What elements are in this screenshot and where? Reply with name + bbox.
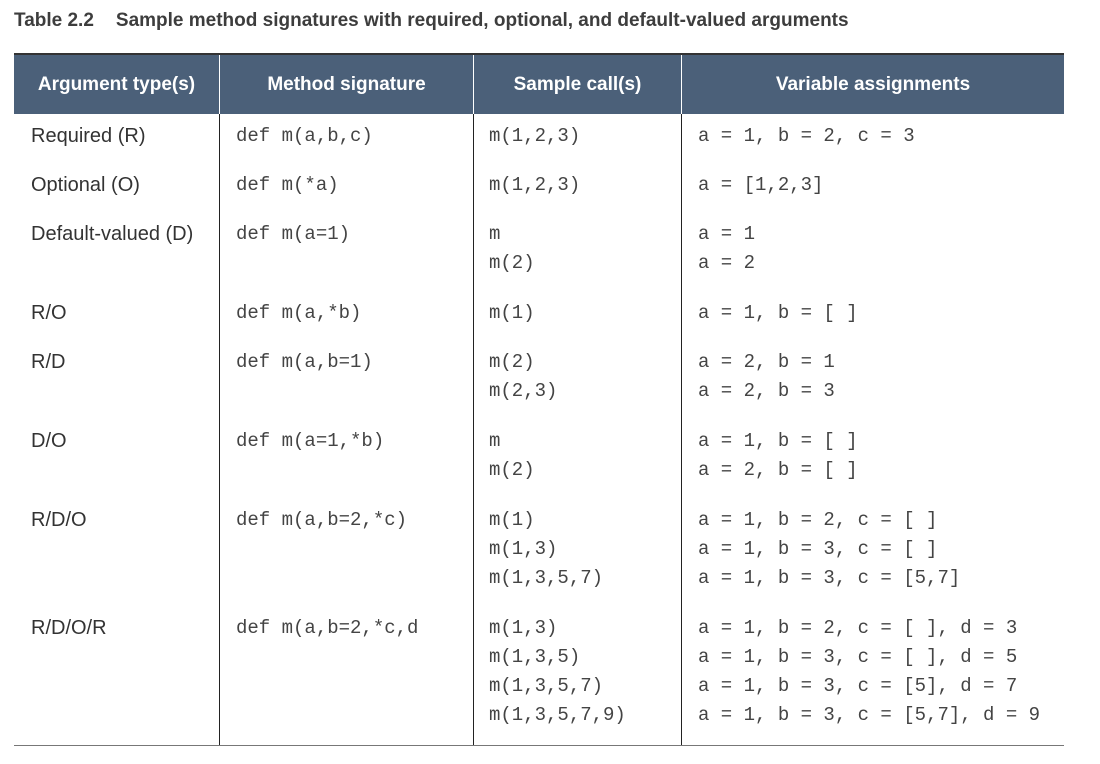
table-row-signature: def m(a=1,*b) <box>220 427 473 456</box>
table-row-assignment: a = 1, b = 2, c = 3 <box>682 122 1064 151</box>
call-cell: m(1,3,5,7) <box>489 567 604 589</box>
signature-cell: def m(a,*b) <box>236 302 362 324</box>
table-row-call: m(1,2,3) <box>474 122 681 151</box>
signature-cell: def m(a,b=2,*c,d <box>236 617 419 639</box>
call-cell: m(1,3,5,7) <box>489 675 604 697</box>
table-row-call: m m(2) <box>474 220 681 278</box>
table-row-type: Default-valued (D) <box>14 220 219 249</box>
table-row-call: m(2) m(2,3) <box>474 348 681 406</box>
table-row-assignment: a = [1,2,3] <box>682 171 1064 200</box>
call-cell: m(2) <box>489 459 535 481</box>
call-cell: m(1,3,5,7,9) <box>489 704 626 726</box>
table-row-assignment: a = 1, b = [ ] <box>682 299 1064 328</box>
table-header: Argument type(s) Method signature Sample… <box>14 55 1064 114</box>
signature-cell: def m(a,b,c) <box>236 125 373 147</box>
type-cell: R/D/O/R <box>31 617 107 639</box>
assignment-cell: a = 1, b = 3, c = [5], d = 7 <box>698 675 1018 697</box>
call-cell: m(1) <box>489 509 535 531</box>
signature-cell: def m(*a) <box>236 174 339 196</box>
type-cell: Optional (O) <box>31 174 140 196</box>
call-cell: m <box>489 430 501 452</box>
call-cell: m(1,3) <box>489 538 558 560</box>
table-row-type: R/O <box>14 299 219 328</box>
table-body: Required (R) Optional (O) Default-valued (… <box>14 114 1064 746</box>
header-variable-assignments: Variable assignments <box>681 55 1064 114</box>
type-cell: R/O <box>31 302 67 324</box>
type-cell: D/O <box>31 430 67 452</box>
table-row-signature: def m(a,*b) <box>220 299 473 328</box>
table-row-assignment: a = 2, b = 1 a = 2, b = 3 <box>682 348 1064 406</box>
assignment-cell: a = 1, b = 2, c = [ ] <box>698 509 938 531</box>
method-signature-table: Argument type(s) Method signature Sample… <box>14 53 1064 746</box>
column-argument-types: Required (R) Optional (O) Default-valued (… <box>14 114 219 745</box>
table-row-signature: def m(a,b,c) <box>220 122 473 151</box>
signature-cell: def m(a,b=1) <box>236 351 373 373</box>
assignment-cell: a = 1, b = [ ] <box>698 430 858 452</box>
assignment-cell: a = 2, b = [ ] <box>698 459 858 481</box>
table-title: Sample method signatures with required, … <box>115 10 849 31</box>
assignment-cell: a = 1, b = 3, c = [5,7], d = 9 <box>698 704 1041 726</box>
assignment-cell: a = 1, b = 3, c = [5,7] <box>698 567 961 589</box>
table-row-signature: def m(a=1) <box>220 220 473 249</box>
type-cell: R/D/O <box>31 509 87 531</box>
call-cell: m(1,2,3) <box>489 174 581 196</box>
signature-cell: def m(a,b=2,*c) <box>236 509 408 531</box>
assignment-cell: a = 1, b = 2, c = 3 <box>698 125 915 147</box>
signature-cell: def m(a=1,*b) <box>236 430 385 452</box>
table-row-call: m(1,3) m(1,3,5) m(1,3,5,7) m(1,3,5,7,9) <box>474 614 681 730</box>
assignment-cell: a = 2, b = 1 <box>698 351 835 373</box>
call-cell: m(1,3,5) <box>489 646 581 668</box>
assignment-cell: a = 2 <box>698 252 756 274</box>
call-cell: m(1,2,3) <box>489 125 581 147</box>
table-row-type: D/O <box>14 427 219 456</box>
table-row-signature: def m(*a) <box>220 171 473 200</box>
table-row-type: R/D/O/R <box>14 614 219 643</box>
call-cell: m(2,3) <box>489 380 558 402</box>
table-row-type: Required (R) <box>14 122 219 151</box>
table-row-type: Optional (O) <box>14 171 219 200</box>
assignment-cell: a = [1,2,3] <box>698 174 824 196</box>
type-cell: Required (R) <box>31 125 146 147</box>
table-row-assignment: a = 1, b = [ ] a = 2, b = [ ] <box>682 427 1064 485</box>
column-variable-assignments: a = 1, b = 2, c = 3 a = [1,2,3] a = 1 a = 2… <box>681 114 1064 745</box>
table-row-call: m(1,2,3) <box>474 171 681 200</box>
call-cell: m(2) <box>489 351 535 373</box>
call-cell: m <box>489 223 501 245</box>
signature-cell: def m(a=1) <box>236 223 351 245</box>
table-row-signature: def m(a,b=2,*c) <box>220 506 473 535</box>
header-sample-calls: Sample call(s) <box>473 55 681 114</box>
call-cell: m(1) <box>489 302 535 324</box>
table-row-signature: def m(a,b=1) <box>220 348 473 377</box>
header-method-signature: Method signature <box>219 55 473 114</box>
table-number: Table 2.2 <box>14 10 94 31</box>
table-row-call: m(1) m(1,3) m(1,3,5,7) <box>474 506 681 593</box>
call-cell: m(1,3) <box>489 617 558 639</box>
table-row-assignment: a = 1, b = 2, c = [ ], d = 3 a = 1, b = 3… <box>682 614 1064 730</box>
column-sample-calls: m(1,2,3) m(1,2,3) m m(2) m(1) m(2) m(2,3) m m(2)… <box>473 114 681 745</box>
table-row-call: m(1) <box>474 299 681 328</box>
assignment-cell: a = 1, b = 3, c = [ ] <box>698 538 938 560</box>
table-row-assignment: a = 1, b = 2, c = [ ] a = 1, b = 3, c = [… <box>682 506 1064 593</box>
column-method-signature: def m(a,b,c) def m(*a) def m(a=1) def m(a,*… <box>219 114 473 745</box>
table-caption: Table 2.2 Sample method signatures with r… <box>14 10 849 32</box>
assignment-cell: a = 1, b = 2, c = [ ], d = 3 <box>698 617 1018 639</box>
table-row-call: m m(2) <box>474 427 681 485</box>
assignment-cell: a = 1 <box>698 223 756 245</box>
table-row-signature: def m(a,b=2,*c,d <box>220 614 473 643</box>
type-cell: R/D <box>31 351 66 373</box>
table-row-type: R/D <box>14 348 219 377</box>
table-row-assignment: a = 1 a = 2 <box>682 220 1064 278</box>
assignment-cell: a = 2, b = 3 <box>698 380 835 402</box>
call-cell: m(2) <box>489 252 535 274</box>
assignment-cell: a = 1, b = [ ] <box>698 302 858 324</box>
table-row-type: R/D/O <box>14 506 219 535</box>
assignment-cell: a = 1, b = 3, c = [ ], d = 5 <box>698 646 1018 668</box>
type-cell: Default-valued (D) <box>31 223 194 245</box>
header-argument-types: Argument type(s) <box>37 73 196 95</box>
